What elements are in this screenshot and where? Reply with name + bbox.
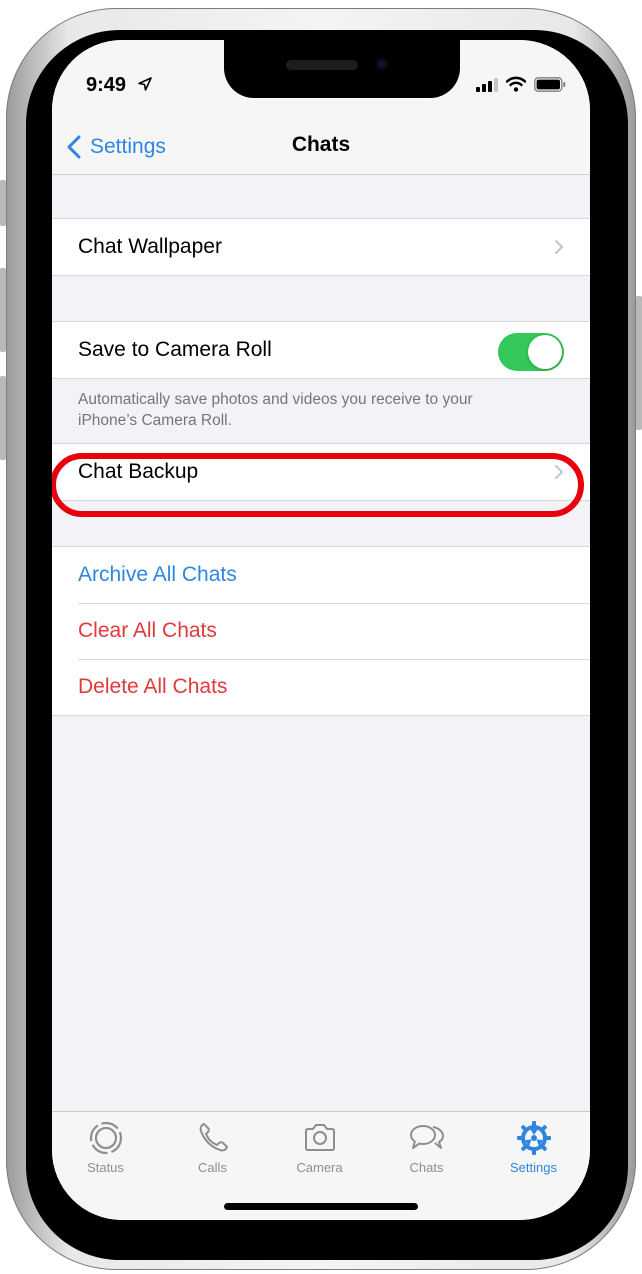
clear-all-chats-button[interactable]: Clear All Chats: [52, 603, 590, 659]
toggle-knob: [528, 335, 562, 369]
screen: 9:49 Settings Chats Chat Wallpaper Save …: [52, 40, 590, 1220]
silent-switch: [0, 180, 6, 226]
archive-all-chats-label: Archive All Chats: [78, 563, 237, 586]
delete-all-chats-button[interactable]: Delete All Chats: [52, 659, 590, 715]
status-time: 9:49: [86, 74, 127, 96]
chevron-right-icon: [555, 465, 563, 479]
archive-all-chats-button[interactable]: Archive All Chats: [52, 547, 590, 603]
power-button: [636, 296, 642, 430]
gear-icon: [516, 1121, 551, 1155]
navigation-bar: Settings Chats: [52, 120, 590, 175]
tab-status-label: Status: [87, 1160, 124, 1175]
wifi-icon: [506, 76, 526, 92]
tab-chats-label: Chats: [409, 1160, 444, 1175]
wallpaper-group: Chat Wallpaper: [52, 218, 590, 276]
speaker-grille: [286, 60, 358, 70]
backup-group: Chat Backup: [52, 443, 590, 501]
camera-roll-group: Save to Camera Roll: [52, 321, 590, 379]
volume-down-button: [0, 376, 6, 460]
battery-icon: [534, 77, 566, 92]
tab-chats[interactable]: Chats: [373, 1120, 480, 1175]
chat-actions-group: Archive All Chats Clear All Chats Delete…: [52, 546, 590, 716]
home-indicator[interactable]: [224, 1203, 418, 1210]
camera-icon: [304, 1124, 335, 1151]
chat-wallpaper-label: Chat Wallpaper: [78, 235, 222, 258]
phone-icon: [199, 1123, 228, 1152]
location-arrow-icon: [138, 77, 152, 91]
tab-calls[interactable]: Calls: [159, 1120, 266, 1175]
chevron-right-icon: [555, 240, 563, 254]
save-to-camera-roll-toggle[interactable]: [498, 333, 564, 371]
status-icon: [89, 1121, 122, 1155]
settings-content: Chat Wallpaper Save to Camera Roll Autom…: [52, 175, 590, 716]
clear-all-chats-label: Clear All Chats: [78, 619, 217, 642]
chat-backup-row[interactable]: Chat Backup: [52, 444, 590, 500]
cellular-signal-icon: [476, 78, 498, 92]
tab-calls-label: Calls: [198, 1160, 227, 1175]
tab-settings-label: Settings: [510, 1160, 557, 1175]
chat-wallpaper-row[interactable]: Chat Wallpaper: [52, 219, 590, 275]
notch: [224, 40, 460, 98]
delete-all-chats-label: Delete All Chats: [78, 675, 228, 698]
tab-camera-label: Camera: [296, 1160, 343, 1175]
save-to-camera-roll-row: Save to Camera Roll: [52, 322, 590, 378]
camera-roll-footer: Automatically save photos and videos you…: [78, 391, 473, 429]
chat-backup-label: Chat Backup: [78, 460, 199, 483]
front-camera: [376, 58, 388, 70]
chat-bubbles-icon: [409, 1125, 444, 1149]
tab-settings[interactable]: Settings: [480, 1120, 587, 1175]
tab-camera[interactable]: Camera: [266, 1120, 373, 1175]
volume-up-button: [0, 268, 6, 352]
page-title: Chats: [291, 133, 351, 156]
save-to-camera-roll-label: Save to Camera Roll: [78, 338, 272, 361]
tab-status[interactable]: Status: [52, 1120, 159, 1175]
